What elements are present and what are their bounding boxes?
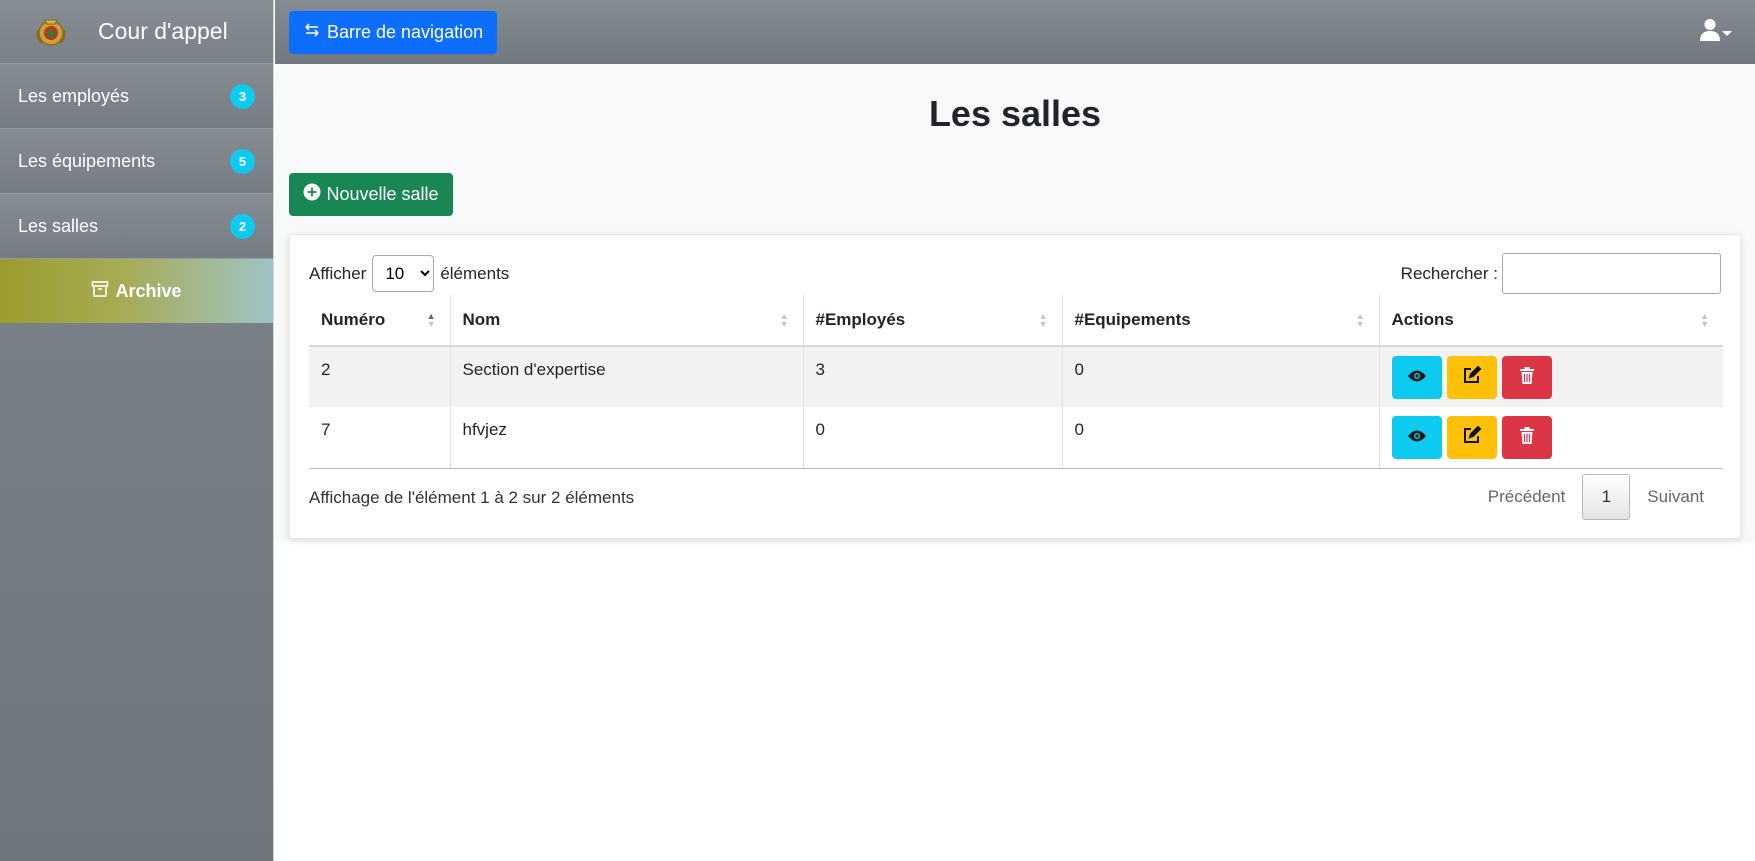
sidebar-item-salles[interactable]: Les salles 2 — [0, 194, 273, 259]
plus-circle-icon — [303, 183, 326, 206]
cell-employes: 3 — [802, 346, 1062, 407]
cell-nom: Section d'expertise — [449, 346, 803, 407]
view-button[interactable] — [1391, 356, 1442, 399]
sidebar-item-equipements[interactable]: Les équipements 5 — [0, 129, 273, 194]
length-suffix: éléments — [440, 263, 510, 283]
toggle-navigation-label: Barre de navigation — [327, 22, 484, 42]
sidebar-item-label: Les équipements — [18, 150, 156, 171]
sort-icon: ▲ ▼ — [1355, 311, 1365, 329]
edit-icon — [1462, 425, 1482, 450]
brand: Cour d'appel — [0, 0, 273, 64]
column-header-employes[interactable]: #Employés ▲ ▼ — [802, 295, 1062, 347]
column-header-actions[interactable]: Actions ▲ ▼ — [1378, 295, 1723, 347]
count-badge: 2 — [230, 213, 255, 239]
sidebar-item-label: Les salles — [18, 215, 99, 236]
cell-numero: 7 — [309, 407, 450, 469]
sort-icon: ▲ ▼ — [779, 311, 789, 329]
sort-asc-icon: ▲ ▼ — [426, 311, 436, 329]
column-header-label: #Employés — [815, 310, 906, 329]
table-card: Afficher 10 éléments Rechercher : Numéro… — [289, 234, 1741, 539]
search-input[interactable] — [1502, 253, 1721, 294]
page-length-select[interactable]: 10 — [372, 255, 435, 292]
search-label: Rechercher : — [1400, 263, 1498, 283]
eye-icon — [1407, 368, 1427, 388]
page-button-current[interactable]: 1 — [1582, 474, 1631, 520]
sort-icon: ▲ ▼ — [1700, 311, 1709, 329]
cell-employes: 0 — [802, 407, 1062, 469]
sidebar-item-archive[interactable]: Archive — [0, 259, 273, 323]
column-header-equipements[interactable]: #Equipements ▲ ▼ — [1061, 295, 1379, 347]
cell-equipements: 0 — [1061, 407, 1379, 469]
new-room-button[interactable]: Nouvelle salle — [289, 173, 453, 216]
table-row: 7 hfvjez 0 0 — [309, 407, 1723, 469]
app-title: Cour d'appel — [98, 18, 228, 44]
cell-actions — [1378, 346, 1723, 407]
delete-button[interactable] — [1501, 356, 1552, 399]
column-header-label: Nom — [462, 310, 501, 329]
edit-button[interactable] — [1446, 356, 1497, 399]
search-control: Rechercher : — [1401, 253, 1721, 294]
topbar: Barre de navigation — [275, 0, 1755, 64]
edit-icon — [1462, 365, 1482, 390]
archive-label: Archive — [115, 280, 182, 301]
sort-icon: ▲ ▼ — [1038, 311, 1048, 329]
table-row: 2 Section d'expertise 3 0 — [309, 346, 1723, 407]
column-header-label: Numéro — [321, 310, 386, 329]
next-page-button[interactable]: Suivant — [1630, 487, 1721, 507]
caret-down-icon — [1721, 24, 1733, 42]
user-icon — [1699, 18, 1721, 47]
toggle-navigation-button[interactable]: Barre de navigation — [289, 11, 498, 54]
cell-nom: hfvjez — [449, 407, 803, 469]
new-room-label: Nouvelle salle — [326, 184, 439, 204]
view-button[interactable] — [1391, 416, 1442, 459]
table-info: Affichage de l'élément 1 à 2 sur 2 éléme… — [309, 488, 635, 507]
column-header-numero[interactable]: Numéro ▲ ▼ — [309, 295, 450, 347]
delete-button[interactable] — [1501, 416, 1552, 459]
count-badge: 5 — [230, 148, 255, 174]
rooms-table: Numéro ▲ ▼ Nom ▲ ▼ #Employés ▲ ▼ #Equipemen… — [309, 295, 1723, 469]
archive-box-icon — [91, 280, 115, 303]
user-menu[interactable] — [1699, 18, 1733, 47]
eye-icon — [1407, 428, 1427, 448]
column-header-nom[interactable]: Nom ▲ ▼ — [449, 295, 803, 347]
cell-actions — [1378, 407, 1723, 469]
length-prefix: Afficher — [309, 263, 367, 283]
edit-button[interactable] — [1446, 416, 1497, 459]
sidebar-item-label: Les employés — [18, 85, 130, 106]
cell-equipements: 0 — [1061, 346, 1379, 407]
trash-icon — [1519, 366, 1535, 390]
cell-numero: 2 — [309, 346, 450, 407]
sidebar-item-employes[interactable]: Les employés 3 — [0, 64, 273, 129]
page-length-control: Afficher 10 éléments — [309, 255, 509, 292]
sidebar: Cour d'appel Les employés 3 Les équipeme… — [0, 0, 274, 861]
column-header-label: #Equipements — [1074, 310, 1191, 329]
emblem-icon — [32, 13, 70, 51]
pagination: Précédent 1 Suivant — [1471, 474, 1721, 520]
arrows-exchange-icon — [303, 21, 327, 44]
column-header-label: Actions — [1391, 310, 1454, 329]
trash-icon — [1519, 426, 1535, 450]
count-badge: 3 — [230, 83, 255, 109]
previous-page-button[interactable]: Précédent — [1471, 487, 1583, 507]
page-title: Les salles — [928, 93, 1102, 134]
table-header-row: Numéro ▲ ▼ Nom ▲ ▼ #Employés ▲ ▼ #Equipemen… — [309, 295, 1723, 347]
